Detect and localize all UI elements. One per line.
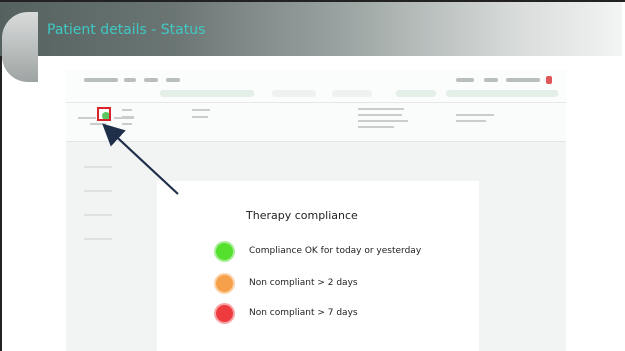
legend-item-7days: Non compliant > 7 days bbox=[216, 305, 476, 325]
orange-circle-icon bbox=[216, 275, 233, 292]
list-placeholder bbox=[84, 214, 112, 216]
patient-info-row bbox=[66, 103, 566, 142]
toolbar-user bbox=[506, 78, 540, 82]
header-decoration bbox=[2, 12, 38, 82]
red-circle-icon bbox=[216, 305, 233, 322]
toolbar-alert-icon bbox=[546, 76, 552, 84]
popup-title: Therapy compliance bbox=[246, 209, 358, 222]
slide-title: Patient details - Status bbox=[47, 22, 206, 38]
list-placeholder bbox=[84, 190, 112, 192]
info-text bbox=[90, 123, 106, 125]
info-text bbox=[122, 109, 132, 111]
toolbar-field bbox=[332, 90, 372, 97]
legend-item-2days: Non compliant > 2 days bbox=[216, 275, 476, 295]
status-highlight-box bbox=[97, 107, 111, 121]
legend-label: Compliance OK for today or yesterday bbox=[249, 246, 422, 256]
green-circle-icon bbox=[216, 243, 233, 260]
info-text bbox=[192, 109, 210, 111]
toolbar-logo bbox=[84, 78, 118, 82]
info-text bbox=[122, 116, 134, 118]
toolbar-field bbox=[446, 90, 558, 97]
legend-item-ok: Compliance OK for today or yesterday bbox=[216, 243, 476, 263]
legend-label: Non compliant > 7 days bbox=[249, 308, 358, 318]
toolbar-menu-item bbox=[166, 78, 180, 82]
therapy-compliance-popup: Therapy compliance Compliance OK for tod… bbox=[157, 181, 479, 351]
slide-header: Patient details - Status bbox=[0, 2, 622, 82]
info-text bbox=[358, 108, 404, 110]
toolbar-menu-item bbox=[456, 78, 474, 82]
toolbar-field bbox=[272, 90, 316, 97]
toolbar-menu-item bbox=[144, 78, 158, 82]
info-text bbox=[78, 117, 96, 119]
app-toolbar bbox=[66, 70, 566, 103]
toolbar-field bbox=[396, 90, 436, 97]
info-text bbox=[456, 120, 486, 122]
toolbar-menu-item bbox=[124, 78, 136, 82]
info-text bbox=[358, 120, 408, 122]
info-text bbox=[122, 123, 132, 125]
legend-label: Non compliant > 2 days bbox=[249, 278, 358, 288]
info-text bbox=[358, 126, 394, 128]
list-placeholder bbox=[84, 238, 112, 240]
info-text bbox=[358, 114, 402, 116]
list-placeholder bbox=[84, 166, 112, 168]
info-text bbox=[456, 114, 494, 116]
info-text bbox=[192, 116, 208, 118]
toolbar-menu-item bbox=[484, 78, 498, 82]
toolbar-field bbox=[160, 90, 254, 97]
